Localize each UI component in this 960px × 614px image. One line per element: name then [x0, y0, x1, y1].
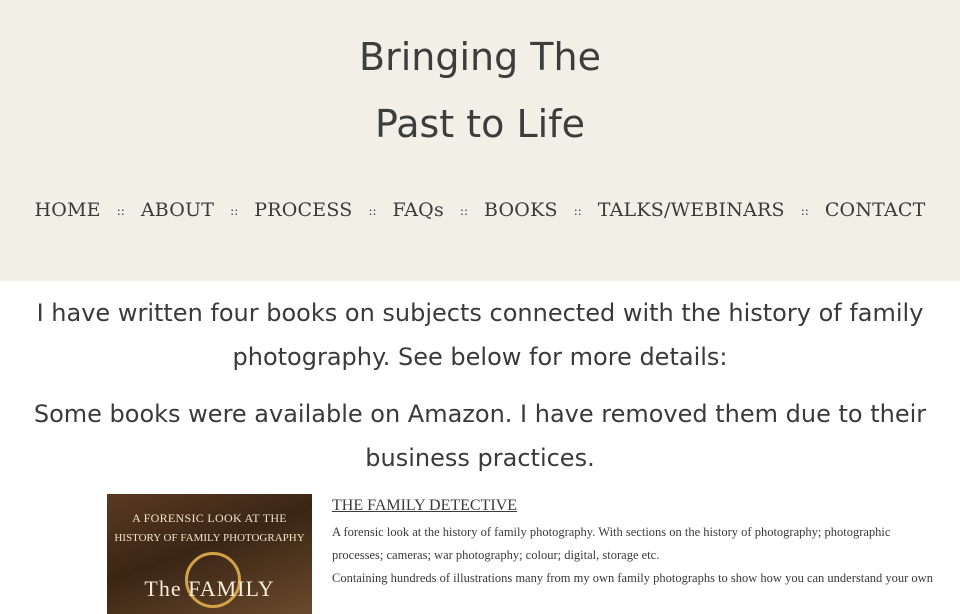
main-nav: HOME:: ABOUT:: PROCESS:: FAQs:: BOOKS:: TALKS…: [0, 199, 960, 221]
nav-separator: ::: [230, 204, 239, 218]
amazon-notice: Some books were available on Amazon. I h…: [33, 400, 927, 472]
nav-item-home[interactable]: HOME: [34, 199, 100, 221]
nav-separator: ::: [116, 204, 125, 218]
book-cover-title: The FAMILY: [144, 576, 275, 601]
nav-separator: ::: [459, 204, 469, 218]
book-description-2: Containing hundreds of illustrations man…: [332, 571, 933, 585]
site-title-line-2: Past to Life: [375, 102, 585, 146]
intro-text: I have written four books on subjects co…: [36, 299, 924, 371]
nav-item-process[interactable]: PROCESS: [254, 199, 352, 221]
nav-item-talks-webinars[interactable]: TALKS/WEBINARS: [598, 199, 785, 221]
book-cover-image[interactable]: A FORENSIC LOOK AT THE HISTORY OF FAMILY…: [107, 494, 312, 614]
nav-item-about[interactable]: ABOUT: [141, 199, 214, 221]
nav-item-contact[interactable]: CONTACT: [825, 199, 926, 221]
book-cover-text-2: HISTORY OF FAMILY PHOTOGRAPHY: [114, 532, 305, 544]
site-header: Bringing The Past to Life HOME:: ABOUT:: P…: [0, 0, 960, 281]
book-description: A forensic look at the history of family…: [332, 525, 891, 562]
site-title[interactable]: Bringing The Past to Life: [0, 24, 960, 158]
nav-separator: ::: [800, 204, 809, 218]
book-info: THE FAMILY DETECTIVE A forensic look at …: [332, 497, 942, 590]
nav-separator: ::: [573, 204, 582, 218]
nav-item-books[interactable]: BOOKS: [484, 199, 558, 221]
nav-separator: ::: [368, 204, 377, 218]
site-title-line-1: Bringing The: [359, 35, 601, 79]
book-title-link[interactable]: THE FAMILY DETECTIVE: [332, 497, 942, 515]
book-cover-text-1: A FORENSIC LOOK AT THE: [132, 511, 287, 525]
nav-item-faqs[interactable]: FAQs: [393, 199, 444, 221]
